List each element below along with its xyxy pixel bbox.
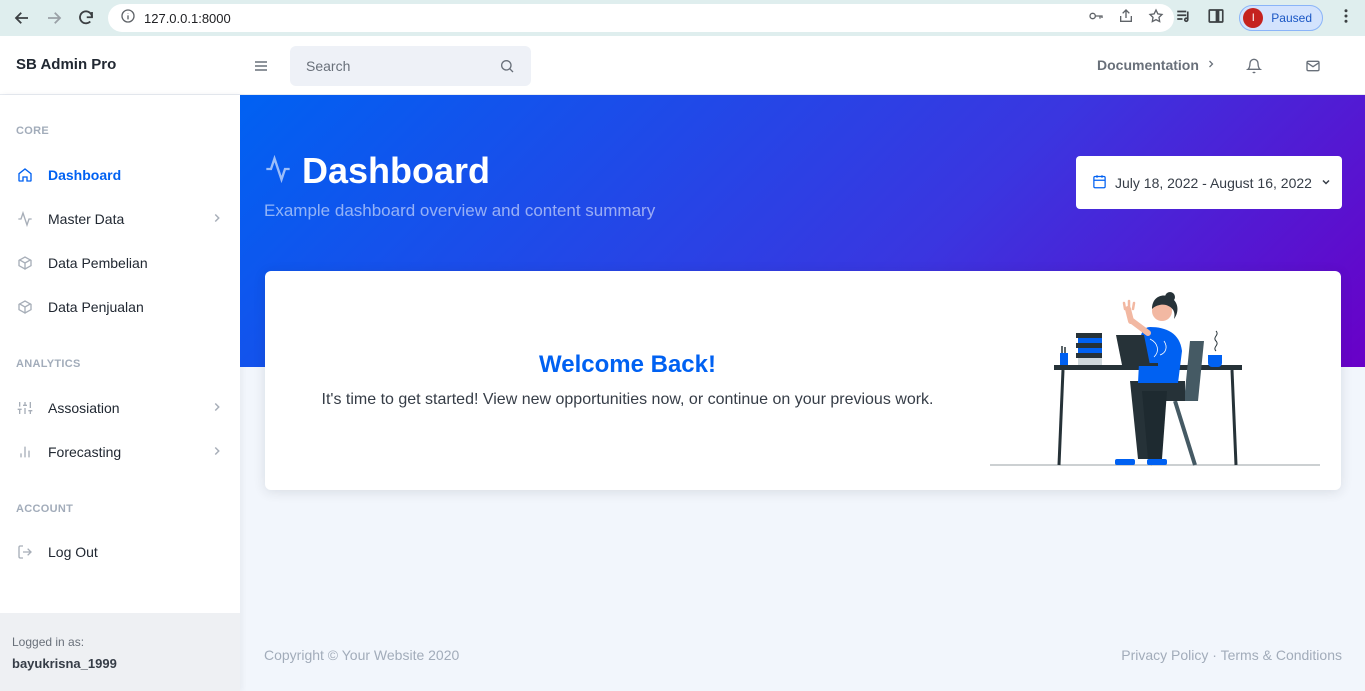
- sidebar-item-label: Data Penjualan: [48, 299, 144, 315]
- sidebar-item-label: Assosiation: [48, 400, 120, 416]
- date-range-text: July 18, 2022 - August 16, 2022: [1115, 174, 1312, 191]
- calendar-icon: [1092, 174, 1107, 192]
- address-bar[interactable]: 127.0.0.1:8000: [108, 4, 1174, 32]
- date-range-picker[interactable]: July 18, 2022 - August 16, 2022: [1076, 156, 1342, 209]
- sidebar-footer: Logged in as: bayukrisna_1999: [0, 613, 240, 691]
- page-footer: Copyright © Your Website 2020 Privacy Po…: [264, 647, 1342, 663]
- documentation-label: Documentation: [1097, 57, 1199, 73]
- sidebar-item-label: Dashboard: [48, 167, 122, 183]
- bookmark-star-icon[interactable]: [1148, 8, 1164, 29]
- sidebar-toggle-icon[interactable]: [253, 58, 269, 79]
- search-box: [290, 46, 531, 86]
- home-icon: [16, 166, 34, 184]
- browser-toolbar: 127.0.0.1:8000 I Paused: [0, 0, 1365, 36]
- chevron-right-icon: [210, 400, 224, 417]
- chevron-right-icon: [210, 444, 224, 461]
- logged-in-username: bayukrisna_1999: [12, 656, 117, 671]
- top-navbar: SB Admin Pro Documentation: [0, 36, 1365, 95]
- sidebar-item-label: Master Data: [48, 211, 125, 227]
- terms-link[interactable]: Terms & Conditions: [1221, 647, 1342, 663]
- side-panel-icon[interactable]: [1207, 7, 1225, 30]
- person-at-desk-illustration: [990, 292, 1320, 466]
- search-icon[interactable]: [499, 58, 515, 79]
- key-icon[interactable]: [1088, 8, 1104, 29]
- search-input[interactable]: [306, 58, 486, 74]
- package-icon: [16, 254, 34, 272]
- sidebar: CORE Dashboard Master Data Data Pembelia…: [0, 95, 240, 691]
- profile-avatar: I: [1243, 8, 1264, 28]
- sidebar-item-label: Forecasting: [48, 444, 122, 460]
- sidebar-item-data-pembelian[interactable]: Data Pembelian: [0, 243, 240, 283]
- sidebar-item-forecasting[interactable]: Forecasting: [0, 432, 240, 472]
- reading-list-icon[interactable]: [1175, 7, 1193, 30]
- sidebar-heading-account: ACCOUNT: [16, 503, 74, 515]
- page-title-text: Dashboard: [302, 150, 491, 191]
- url-text: 127.0.0.1:8000: [144, 10, 231, 26]
- sidebar-item-label: Log Out: [48, 544, 98, 560]
- chevron-right-icon: [1205, 57, 1217, 73]
- sidebar-item-data-penjualan[interactable]: Data Penjualan: [0, 287, 240, 327]
- welcome-title: Welcome Back!: [539, 351, 716, 378]
- brand-logo[interactable]: SB Admin Pro: [16, 56, 116, 73]
- page-title: Dashboard: [264, 150, 490, 192]
- privacy-policy-link[interactable]: Privacy Policy: [1121, 647, 1208, 663]
- sidebar-item-master-data[interactable]: Master Data: [0, 199, 240, 239]
- kebab-menu-icon[interactable]: [1337, 7, 1355, 30]
- sidebar-item-assosiation[interactable]: Assosiation: [0, 388, 240, 428]
- mail-icon[interactable]: [1305, 58, 1321, 79]
- log-out-icon: [16, 543, 34, 561]
- copyright-text: Copyright © Your Website 2020: [264, 647, 460, 663]
- footer-separator: ·: [1212, 647, 1217, 663]
- sidebar-item-logout[interactable]: Log Out: [0, 532, 240, 572]
- activity-icon: [16, 210, 34, 228]
- activity-icon: [264, 150, 292, 192]
- profile-button[interactable]: I Paused: [1239, 5, 1323, 31]
- profile-status: Paused: [1271, 11, 1312, 25]
- bar-chart-icon: [16, 443, 34, 461]
- sidebar-heading-analytics: ANALYTICS: [16, 358, 81, 370]
- chevron-right-icon: [210, 211, 224, 228]
- sliders-icon: [16, 399, 34, 417]
- welcome-text: It's time to get started! View new oppor…: [321, 391, 934, 408]
- chevron-down-icon: [1320, 175, 1332, 191]
- welcome-card: Welcome Back! It's time to get started! …: [265, 271, 1341, 490]
- reload-icon[interactable]: [70, 0, 102, 36]
- page-subtitle: Example dashboard overview and content s…: [264, 201, 656, 220]
- sidebar-heading-core: CORE: [16, 125, 49, 137]
- info-icon[interactable]: [120, 8, 136, 29]
- sidebar-item-dashboard[interactable]: Dashboard: [0, 155, 240, 195]
- share-icon[interactable]: [1118, 8, 1134, 29]
- logged-in-label: Logged in as:: [12, 635, 85, 649]
- documentation-link[interactable]: Documentation: [1097, 57, 1217, 73]
- sidebar-item-label: Data Pembelian: [48, 255, 148, 271]
- forward-icon[interactable]: [38, 0, 70, 36]
- back-icon[interactable]: [6, 0, 38, 36]
- package-icon: [16, 298, 34, 316]
- bell-icon[interactable]: [1245, 58, 1263, 79]
